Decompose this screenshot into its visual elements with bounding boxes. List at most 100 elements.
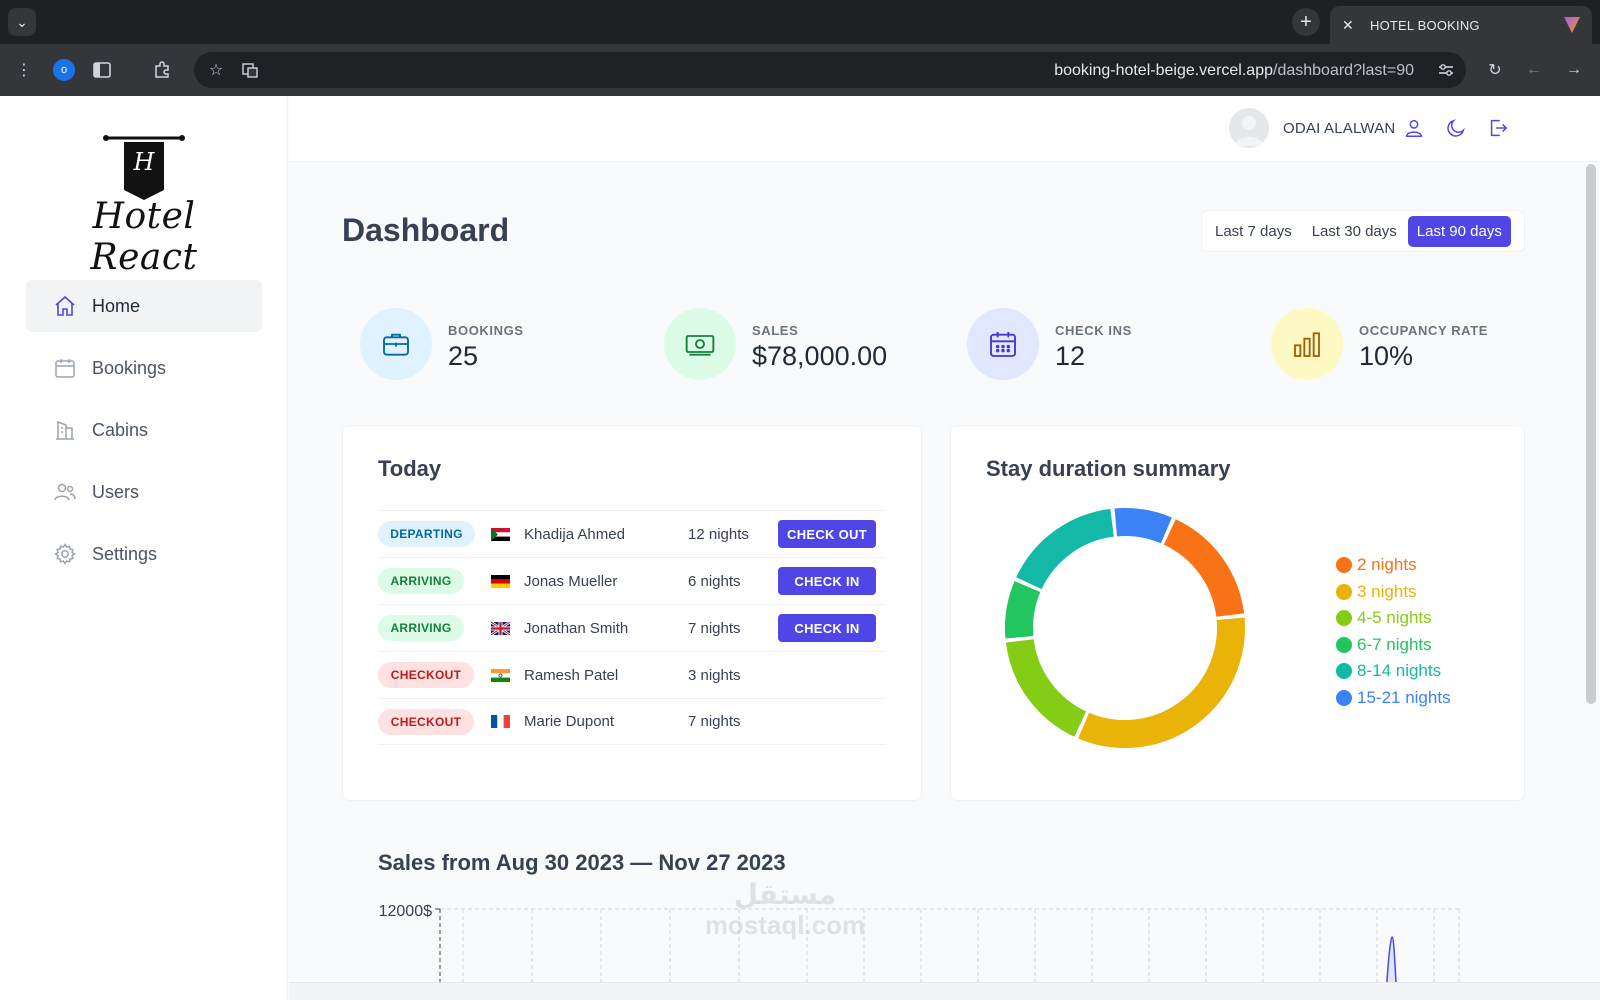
stat-bookings: BOOKINGS 25 — [360, 308, 640, 380]
new-tab-button[interactable]: + — [1292, 8, 1320, 36]
stat-value: $78,000.00 — [752, 341, 888, 371]
date-filter: Last 7 days Last 30 days Last 90 days — [1201, 210, 1525, 252]
filter-last-90-days[interactable]: Last 90 days — [1407, 215, 1511, 247]
legend-label: 8-14 nights — [1357, 661, 1442, 681]
tab-title: HOTEL BOOKING — [1370, 17, 1480, 33]
legend-item: 3 nights — [1336, 579, 1451, 606]
users-icon — [52, 479, 78, 505]
legend-dot — [1336, 557, 1352, 574]
extensions-icon[interactable] — [150, 58, 174, 82]
filter-last-7-days[interactable]: Last 7 days — [1206, 216, 1301, 247]
donut-slice-15-21-nights — [1114, 508, 1172, 544]
nights: 3 nights — [688, 666, 741, 684]
legend-dot — [1336, 636, 1352, 653]
url-path: /dashboard?last=90 — [1273, 62, 1414, 79]
banknotes-icon — [664, 308, 736, 380]
nights: 7 nights — [688, 713, 741, 730]
building-icon — [52, 417, 78, 443]
reload-icon[interactable]: ↻ — [1483, 58, 1507, 82]
uk-flag-icon — [491, 621, 510, 635]
list-item: ARRIVING Jonas Mueller 6 nights CHECK IN — [378, 557, 886, 604]
sidebar-item-label: Home — [92, 295, 141, 316]
stay-duration-donut-chart — [1005, 508, 1245, 748]
url-host: booking-hotel-beige.vercel.app — [1054, 62, 1273, 79]
donut-slice-6-7-nights — [1005, 581, 1041, 639]
back-icon[interactable]: ← — [1522, 58, 1546, 82]
url-text[interactable]: booking-hotel-beige.vercel.app/dashboard… — [1054, 62, 1414, 80]
guest-name: Jonathan Smith — [524, 619, 629, 637]
sidebar-item-label: Users — [92, 481, 140, 502]
india-flag-icon — [491, 668, 510, 682]
check-in-button[interactable]: CHECK IN — [778, 567, 876, 595]
sidebar: H Hotel React Home Bookings Cabins Users… — [0, 96, 288, 1000]
legend-dot — [1336, 583, 1352, 600]
status-badge: DEPARTING — [378, 521, 475, 547]
sidebar-toggle-icon[interactable] — [90, 58, 114, 82]
logo-text: Hotel React — [90, 196, 198, 278]
stay-duration-title: Stay duration summary — [986, 456, 1231, 481]
list-item: ARRIVING Jonathan Smith 7 nights CHECK I… — [378, 604, 886, 651]
stat-label: BOOKINGS — [448, 323, 524, 338]
browser-tab[interactable]: ✕ HOTEL BOOKING — [1330, 6, 1592, 44]
legend-item: 4-5 nights — [1336, 605, 1451, 632]
legend-dot — [1336, 689, 1352, 706]
vite-favicon-icon — [1564, 17, 1580, 33]
browser-profile-avatar[interactable]: o — [53, 59, 75, 81]
logout-icon[interactable] — [1486, 116, 1510, 140]
stat-sales: SALES $78,000.00 — [664, 308, 944, 380]
page-title: Dashboard — [342, 212, 510, 248]
chart-bar-icon — [1271, 308, 1343, 380]
watermark-latin: mostaql.com — [704, 910, 866, 940]
sidebar-item-users[interactable]: Users — [26, 466, 262, 518]
stat-value: 10% — [1359, 341, 1414, 371]
sidebar-item-cabins[interactable]: Cabins — [26, 404, 262, 456]
stat-value: 25 — [448, 341, 479, 371]
sidebar-item-bookings[interactable]: Bookings — [26, 342, 262, 394]
check-in-button[interactable]: CHECK IN — [778, 614, 876, 642]
sales-y-top-label: 12000$ — [379, 903, 432, 920]
sidebar-item-label: Settings — [92, 543, 158, 564]
donut-slice-4-5-nights — [1005, 638, 1087, 737]
address-bar[interactable]: ☆ booking-hotel-beige.vercel.app/dashboa… — [194, 52, 1466, 88]
app-header: ODAI ALALWAN — [289, 96, 1600, 162]
today-card: Today DEPARTING Khadija Ahmed 12 nights … — [342, 425, 922, 801]
list-item: DEPARTING Khadija Ahmed 12 nights CHECK … — [378, 510, 886, 557]
tab-search-button[interactable]: ⌄ — [8, 8, 36, 36]
forward-icon[interactable]: → — [1562, 58, 1586, 82]
status-badge: CHECKOUT — [378, 708, 474, 735]
legend-label: 2 nights — [1357, 555, 1417, 575]
star-icon[interactable]: ☆ — [204, 58, 228, 82]
chart-legend: 2 nights 3 nights 4-5 nights 6-7 nights 8-14… — [1336, 552, 1451, 711]
hotel-react-logo[interactable]: H Hotel React — [48, 132, 240, 278]
donut-slice-8-14-nights — [1016, 508, 1115, 590]
horizontal-scrollbar-track[interactable] — [289, 982, 1600, 1000]
vertical-scrollbar[interactable] — [1586, 164, 1596, 704]
home-icon — [52, 293, 78, 319]
account-icon[interactable] — [1402, 116, 1426, 140]
stat-occupancy-rate: OCCUPANCY RATE 10% — [1271, 308, 1551, 380]
sidebar-item-settings[interactable]: Settings — [26, 528, 262, 580]
check-out-button[interactable]: CHECK OUT — [778, 520, 876, 548]
today-title: Today — [378, 456, 442, 481]
legend-dot — [1336, 610, 1352, 627]
france-flag-icon — [491, 715, 510, 728]
mostaql-watermark: مستقل mostaql.com — [690, 880, 880, 941]
guest-name: Marie Dupont — [524, 713, 615, 730]
legend-label: 3 nights — [1357, 581, 1417, 601]
menu-dots-icon[interactable]: ⋮ — [12, 58, 36, 82]
stat-value: 12 — [1055, 341, 1086, 371]
sidebar-item-home[interactable]: Home — [26, 280, 262, 332]
gear-icon — [52, 541, 78, 567]
translate-icon[interactable] — [238, 58, 262, 82]
legend-label: 6-7 nights — [1357, 634, 1432, 654]
nights: 12 nights — [688, 525, 749, 543]
legend-item: 15-21 nights — [1336, 685, 1451, 712]
filter-last-30-days[interactable]: Last 30 days — [1303, 216, 1406, 247]
guest-name: Khadija Ahmed — [524, 525, 625, 543]
main-content: Dashboard Last 7 days Last 30 days Last … — [289, 162, 1600, 1000]
stat-label: OCCUPANCY RATE — [1359, 323, 1489, 338]
dark-mode-icon[interactable] — [1444, 116, 1468, 140]
close-tab-icon[interactable]: ✕ — [1342, 17, 1362, 34]
site-settings-icon[interactable] — [1434, 58, 1458, 82]
nights: 7 nights — [688, 619, 741, 637]
